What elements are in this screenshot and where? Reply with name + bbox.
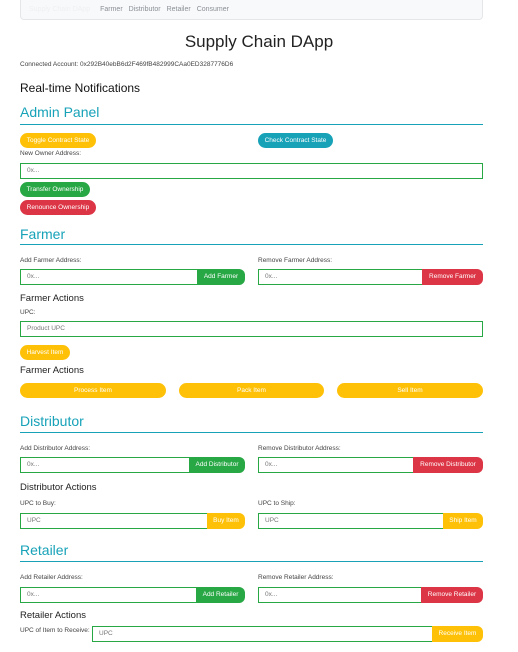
add-retailer-group: 0x... Add Retailer [20,587,245,603]
transfer-ownership-button[interactable]: Transfer Ownership [20,182,90,197]
receive-item-group: UPC Receive Item [92,626,483,642]
upc-to-receive-label: UPC of Item to Receive: [20,627,90,634]
admin-panel-title: Admin Panel [20,104,100,120]
remove-farmer-label: Remove Farmer Address: [258,257,333,264]
remove-retailer-label: Remove Retailer Address: [258,574,334,581]
add-farmer-label: Add Farmer Address: [20,257,82,264]
nav-link-consumer[interactable]: Consumer [197,6,229,13]
pack-item-button[interactable]: Pack Item [179,383,324,398]
upc-to-ship-label: UPC to Ship: [258,500,296,507]
new-owner-input[interactable]: 0x... [20,163,483,179]
farmer-actions-title: Farmer Actions [20,293,84,304]
retailer-actions-title: Retailer Actions [20,610,87,621]
add-retailer-label: Add Retailer Address: [20,574,83,581]
distributor-divider [20,432,483,433]
toggle-contract-state-button[interactable]: Toggle Contract State [20,133,96,148]
add-farmer-group: 0x... Add Farmer [20,269,245,285]
remove-retailer-button[interactable]: Remove Retailer [421,587,483,603]
navbar: Supply Chain DApp Farmer Distributor Ret… [20,0,483,20]
remove-distributor-label: Remove Distributor Address: [258,445,341,452]
upc-to-buy-input[interactable]: UPC [20,513,207,529]
connected-account: Connected Account: 0x292B40ebB6d2F469fB4… [20,61,234,68]
admin-divider [20,124,483,125]
upc-to-ship-input[interactable]: UPC [258,513,443,529]
buy-item-button[interactable]: Buy Item [207,513,245,529]
add-retailer-input[interactable]: 0x... [20,587,196,603]
distributor-actions-title: Distributor Actions [20,482,97,493]
nav-link-distributor[interactable]: Distributor [129,6,161,13]
add-retailer-button[interactable]: Add Retailer [196,587,245,603]
remove-distributor-button[interactable]: Remove Distributor [413,457,483,473]
product-upc-input[interactable]: Product UPC [20,321,483,337]
ship-item-group: UPC Ship Item [258,513,483,529]
nav-brand[interactable]: Supply Chain DApp [29,6,90,13]
retailer-section-title: Retailer [20,542,69,558]
remove-distributor-group: 0x... Remove Distributor [258,457,483,473]
farmer-divider [20,244,483,245]
check-contract-state-button[interactable]: Check Contract State [258,133,333,148]
add-distributor-group: 0x... Add Distributor [20,457,245,473]
harvest-item-button[interactable]: Harvest Item [20,345,70,360]
upc-to-buy-label: UPC to Buy: [20,500,56,507]
sell-item-button[interactable]: Sell Item [337,383,483,398]
nav-link-farmer[interactable]: Farmer [100,6,123,13]
new-owner-label: New Owner Address: [20,150,82,157]
retailer-divider [20,561,483,562]
page-title: Supply Chain DApp [184,32,334,51]
remove-distributor-input[interactable]: 0x... [258,457,413,473]
add-farmer-input[interactable]: 0x... [20,269,197,285]
process-item-button[interactable]: Process Item [20,383,166,398]
buy-item-group: UPC Buy Item [20,513,245,529]
farmer-section-title: Farmer [20,226,66,242]
add-distributor-label: Add Distributor Address: [20,445,91,452]
upc-to-receive-input[interactable]: UPC [92,626,432,642]
remove-farmer-button[interactable]: Remove Farmer [422,269,483,285]
nav-link-retailer[interactable]: Retailer [167,6,191,13]
add-farmer-button[interactable]: Add Farmer [197,269,245,285]
remove-farmer-group: 0x... Remove Farmer [258,269,483,285]
remove-farmer-input[interactable]: 0x... [258,269,422,285]
add-distributor-button[interactable]: Add Distributor [189,457,245,473]
notifications-title: Real-time Notifications [20,81,141,95]
ship-item-button[interactable]: Ship Item [443,513,483,529]
upc-label: UPC: [20,309,36,316]
remove-retailer-input[interactable]: 0x... [258,587,421,603]
receive-item-button[interactable]: Receive Item [432,626,483,642]
add-distributor-input[interactable]: 0x... [20,457,189,473]
remove-retailer-group: 0x... Remove Retailer [258,587,483,603]
distributor-section-title: Distributor [20,413,84,429]
farmer-actions-title-2: Farmer Actions [20,365,84,376]
renounce-ownership-button[interactable]: Renounce Ownership [20,200,96,215]
